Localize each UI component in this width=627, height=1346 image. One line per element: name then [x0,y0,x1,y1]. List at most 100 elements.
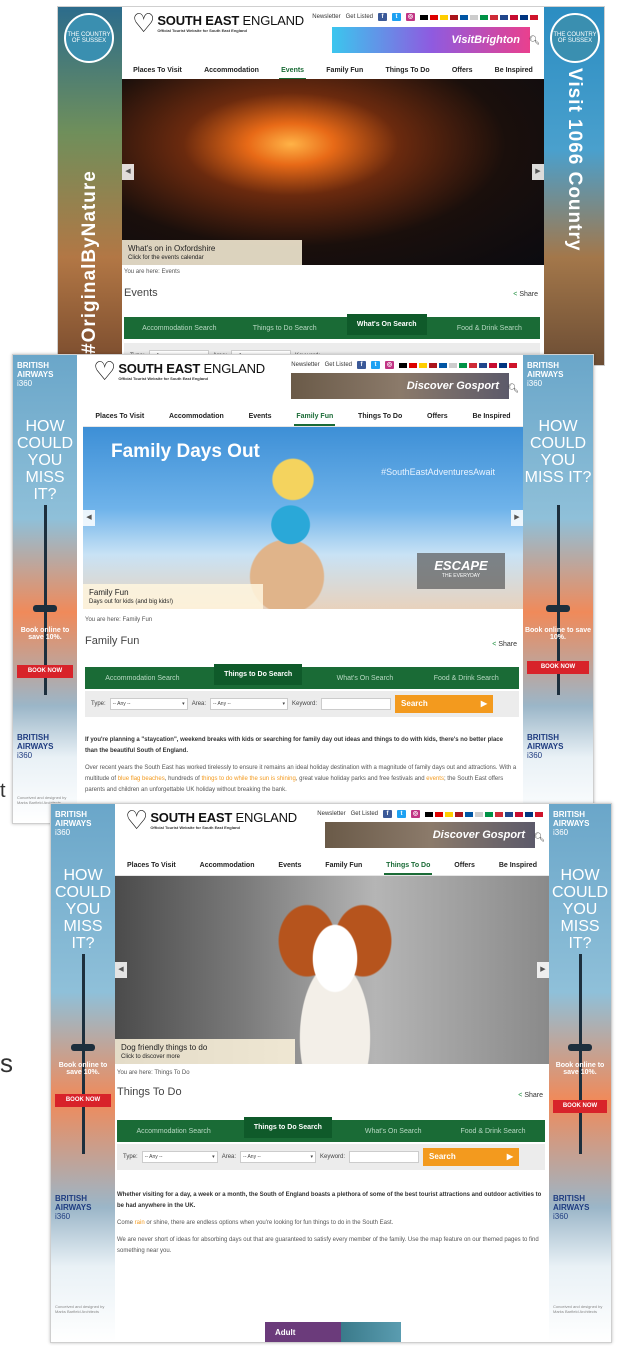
nav-things-to-do[interactable]: Things To Do [383,63,431,80]
sussex-ad-left[interactable]: THE COUNTRY OF SUSSEX #OriginalByNature [58,7,122,365]
nav-be-inspired[interactable]: Be Inspired [470,409,512,426]
language-flag-icon[interactable] [509,362,517,368]
language-flag-icon[interactable] [440,14,448,20]
language-flag-icon[interactable] [465,811,473,817]
instagram-icon[interactable]: ◎ [385,361,394,369]
tab-whats-on-search[interactable]: What's On Search [331,671,400,686]
share-button[interactable]: < Share [492,641,517,648]
type-select[interactable]: -- Any --▾ [141,1151,218,1163]
language-flag-icon[interactable] [439,362,447,368]
hero-next-arrow[interactable]: ▶ [532,164,544,180]
blue-flag-beaches-link[interactable]: blue flag beaches [118,776,165,782]
language-flag-icon[interactable] [420,14,428,20]
share-button[interactable]: < Share [518,1092,543,1099]
nav-accommodation[interactable]: Accommodation [167,409,226,426]
language-flag-icon[interactable] [475,811,483,817]
language-flag-icon[interactable] [445,811,453,817]
ba-i360-ad-right[interactable]: BRITISH AIRWAYS i360 HOW COULD YOU MISS I… [549,804,611,1342]
newsletter-link[interactable]: Newsletter [312,14,340,20]
language-flag-icon[interactable] [460,14,468,20]
rain-link[interactable]: rain [135,1220,145,1226]
visit-brighton-ad[interactable]: VisitBrighton [332,27,530,53]
site-logo[interactable]: ♡ SOUTH EAST ENGLAND Official Tourist We… [93,358,265,384]
hero-next-arrow[interactable]: ▶ [537,962,549,978]
get-listed-link[interactable]: Get Listed [351,811,378,817]
ba-i360-ad-left[interactable]: BRITISH AIRWAYS i360 HOW COULD YOU MISS I… [51,804,115,1342]
adult-category-tile[interactable]: Adult [265,1322,401,1342]
language-flag-icon[interactable] [520,14,528,20]
twitter-icon[interactable]: t [392,13,401,21]
nav-be-inspired[interactable]: Be Inspired [493,63,535,80]
search-icon[interactable]: 🔍︎ [534,832,545,843]
newsletter-link[interactable]: Newsletter [291,362,319,368]
nav-be-inspired[interactable]: Be Inspired [497,858,539,875]
search-button[interactable]: Search ▶ [423,1148,520,1166]
language-flag-icon[interactable] [399,362,407,368]
hero-prev-arrow[interactable]: ◀ [115,962,127,978]
language-flag-icon[interactable] [435,811,443,817]
nav-offers[interactable]: Offers [450,63,475,80]
newsletter-link[interactable]: Newsletter [317,811,345,817]
nav-offers[interactable]: Offers [425,409,450,426]
language-flag-icon[interactable] [495,811,503,817]
hero-dog-image[interactable]: ◀ ▶ Dog friendly things to do Click to d… [115,876,549,1064]
site-logo[interactable]: ♡ SOUTH EAST ENGLAND Official Tourist We… [125,807,297,833]
hero-prev-arrow[interactable]: ◀ [83,510,95,526]
site-logo[interactable]: ♡ SOUTH EAST ENGLAND Official Tourist We… [132,10,304,36]
nav-things-to-do[interactable]: Things To Do [356,409,404,426]
language-flags[interactable] [425,811,543,817]
language-flag-icon[interactable] [525,811,533,817]
nav-events[interactable]: Events [276,858,303,875]
nav-offers[interactable]: Offers [452,858,477,875]
discover-gosport-ad[interactable]: Discover Gosport [291,373,509,399]
nav-family-fun[interactable]: Family Fun [324,63,365,80]
language-flags[interactable] [399,362,517,368]
twitter-icon[interactable]: t [371,361,380,369]
share-button[interactable]: < Share [513,291,538,298]
ba-i360-ad-left[interactable]: BRITISH AIRWAYS i360 HOW COULD YOU MISS I… [13,355,77,823]
nav-events[interactable]: Events [279,63,307,80]
language-flag-icon[interactable] [425,811,433,817]
type-select[interactable]: -- Any --▾ [109,698,188,710]
tab-accommodation-search[interactable]: Accommodation Search [131,1124,217,1139]
language-flag-icon[interactable] [455,811,463,817]
language-flag-icon[interactable] [419,362,427,368]
attractions-link[interactable]: attractions [439,1192,470,1198]
hero-festival-image[interactable]: ◀ ▶ What's on in Oxfordshire Click for t… [122,79,544,265]
language-flag-icon[interactable] [500,14,508,20]
area-select[interactable]: -- Any --▾ [240,1151,317,1163]
language-flag-icon[interactable] [515,811,523,817]
hero-caption[interactable]: What's on in Oxfordshire Click for the e… [122,240,302,265]
language-flag-icon[interactable] [449,362,457,368]
tab-food-drink-search[interactable]: Food & Drink Search [454,1124,531,1139]
facebook-icon[interactable]: f [357,361,366,369]
tab-accommodation-search[interactable]: Accommodation Search [99,671,185,686]
tab-things-to-do-search[interactable]: Things to Do Search [214,663,303,685]
language-flag-icon[interactable] [499,362,507,368]
instagram-icon[interactable]: ◎ [406,13,415,21]
nav-accommodation[interactable]: Accommodation [202,63,261,80]
book-now-button[interactable]: BOOK NOW [17,665,73,678]
language-flags[interactable] [420,14,538,20]
hero-caption[interactable]: Family Fun Days out for kids (and big ki… [83,584,263,609]
nav-family-fun[interactable]: Family Fun [323,858,364,875]
tab-food-drink-search[interactable]: Food & Drink Search [428,671,505,686]
area-select[interactable]: -- Any --▾ [210,698,289,710]
language-flag-icon[interactable] [510,14,518,20]
things-to-do-sun-link[interactable]: things to do while the sun is shining [201,776,295,782]
hero-caption[interactable]: Dog friendly things to do Click to disco… [115,1039,295,1064]
tab-whats-on-search[interactable]: What's On Search [346,313,427,335]
language-flag-icon[interactable] [480,14,488,20]
search-icon[interactable]: 🔍︎ [529,35,540,46]
language-flag-icon[interactable] [429,362,437,368]
hero-next-arrow[interactable]: ▶ [511,510,523,526]
language-flag-icon[interactable] [450,14,458,20]
book-now-button[interactable]: BOOK NOW [55,1094,111,1107]
book-now-button[interactable]: BOOK NOW [527,661,589,674]
twitter-icon[interactable]: t [397,810,406,818]
tab-things-to-do-search[interactable]: Things to Do Search [247,321,323,336]
nav-places[interactable]: Places To Visit [125,858,178,875]
nav-family-fun[interactable]: Family Fun [294,409,336,426]
search-icon[interactable]: 🔍︎ [508,383,519,394]
get-listed-link[interactable]: Get Listed [346,14,373,20]
